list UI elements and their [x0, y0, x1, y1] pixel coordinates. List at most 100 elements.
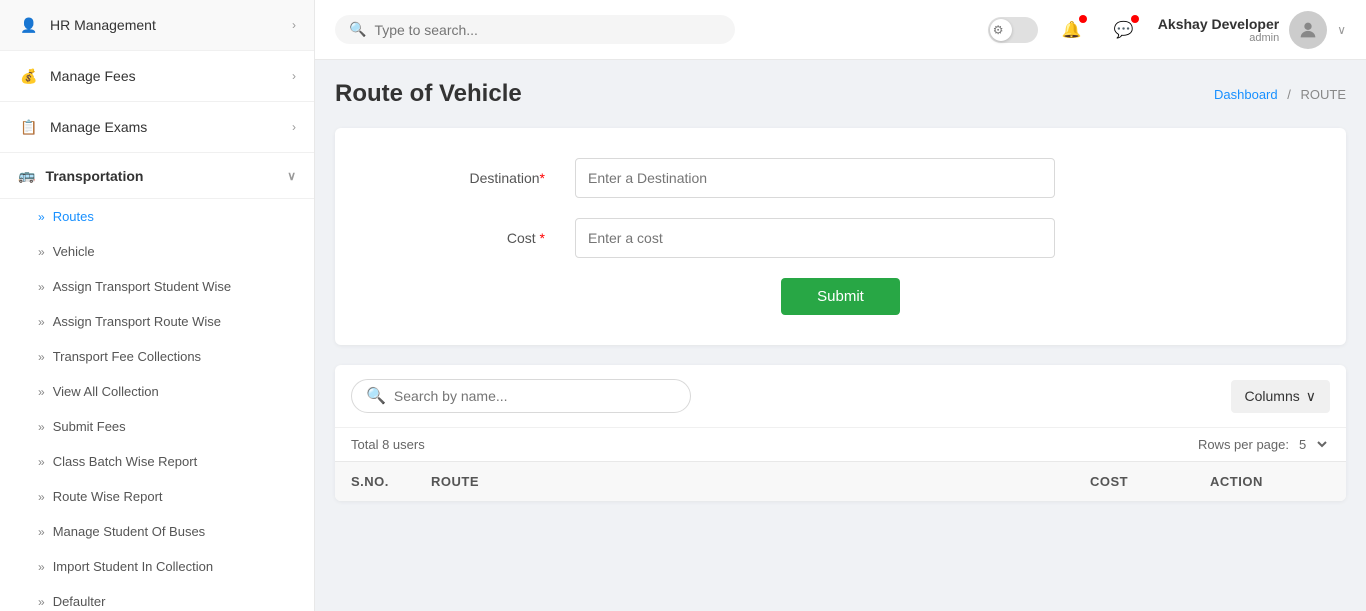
double-chevron-icon: » — [38, 210, 45, 224]
sidebar-item-routes[interactable]: » Routes — [0, 199, 314, 234]
double-chevron-icon: » — [38, 315, 45, 329]
sub-item-label: Manage Student Of Buses — [53, 524, 205, 539]
search-input[interactable] — [374, 22, 721, 38]
rows-per-page-label: Rows per page: — [1198, 437, 1289, 452]
double-chevron-icon: » — [38, 385, 45, 399]
col-route: ROUTE — [431, 474, 1090, 489]
table-search-input[interactable] — [394, 388, 676, 404]
sidebar-item-label: HR Management — [50, 17, 156, 33]
transport-icon: 🚌 — [18, 167, 35, 184]
chevron-down-icon[interactable]: ∨ — [1337, 23, 1346, 37]
col-action: ACTION — [1210, 474, 1330, 489]
sidebar-item-view-all-collection[interactable]: » View All Collection — [0, 374, 314, 409]
dark-mode-toggle[interactable]: ⚙ — [988, 17, 1038, 43]
columns-button[interactable]: Columns ∨ — [1231, 380, 1331, 413]
sidebar-item-assign-transport-student[interactable]: » Assign Transport Student Wise — [0, 269, 314, 304]
user-name: Akshay Developer — [1158, 16, 1279, 32]
col-sno: S.NO. — [351, 474, 431, 489]
sidebar-item-manage-fees[interactable]: 💰 Manage Fees › — [0, 51, 314, 102]
cost-input[interactable] — [575, 218, 1055, 258]
page-header: Route of Vehicle Dashboard / ROUTE — [335, 80, 1346, 108]
routes-table-section: 🔍 Columns ∨ Total 8 users Rows per page:… — [335, 365, 1346, 501]
exams-icon: 📋 — [18, 116, 40, 138]
table-header: S.NO. ROUTE COST ACTION — [335, 461, 1346, 501]
sidebar-item-manage-student-of-buses[interactable]: » Manage Student Of Buses — [0, 514, 314, 549]
sidebar-item-vehicle[interactable]: » Vehicle — [0, 234, 314, 269]
sidebar-item-import-student-in-collection[interactable]: » Import Student In Collection — [0, 549, 314, 584]
sidebar-item-route-wise-report[interactable]: » Route Wise Report — [0, 479, 314, 514]
total-users-label: Total 8 users — [351, 437, 425, 452]
sub-item-label: View All Collection — [53, 384, 159, 399]
sidebar-item-defaulter[interactable]: » Defaulter — [0, 584, 314, 611]
col-cost: COST — [1090, 474, 1210, 489]
sidebar-item-transportation[interactable]: 🚌 Transportation ∨ — [0, 153, 314, 199]
table-toolbar: 🔍 Columns ∨ — [335, 365, 1346, 427]
user-info[interactable]: Akshay Developer admin ∨ — [1158, 11, 1346, 49]
breadcrumb-current: ROUTE — [1301, 87, 1347, 102]
table-info: Total 8 users Rows per page: 5 10 25 — [335, 427, 1346, 461]
transportation-submenu: » Routes » Vehicle » Assign Transport St… — [0, 199, 314, 611]
double-chevron-icon: » — [38, 490, 45, 504]
breadcrumb-home-link[interactable]: Dashboard — [1214, 87, 1278, 102]
required-star: * — [540, 170, 545, 186]
rows-per-page-select[interactable]: 5 10 25 — [1295, 436, 1330, 453]
search-wrap[interactable]: 🔍 — [335, 15, 735, 44]
chevron-right-icon: › — [292, 120, 296, 134]
double-chevron-icon: » — [38, 595, 45, 609]
submit-button[interactable]: Submit — [781, 278, 900, 315]
main-content: 🔍 ⚙ 🔔 💬 Akshay Developer admin — [315, 0, 1366, 611]
sidebar-item-label: Transportation — [45, 168, 143, 184]
sub-item-label: Class Batch Wise Report — [53, 454, 198, 469]
rows-per-page: Rows per page: 5 10 25 — [1198, 436, 1330, 453]
sidebar-item-transport-fee-collections[interactable]: » Transport Fee Collections — [0, 339, 314, 374]
cost-row: Cost * — [375, 218, 1306, 258]
chevron-down-icon: ∨ — [287, 169, 296, 183]
sub-item-label: Route Wise Report — [53, 489, 163, 504]
sub-item-label: Routes — [53, 209, 94, 224]
bell-icon: 🔔 — [1062, 20, 1082, 40]
required-star: * — [536, 230, 545, 246]
messages-button[interactable]: 💬 — [1106, 12, 1142, 48]
sidebar-item-hr-management[interactable]: 👤 HR Management › — [0, 0, 314, 51]
gear-icon: ⚙ — [993, 23, 1004, 37]
double-chevron-icon: » — [38, 245, 45, 259]
cost-label: Cost * — [375, 230, 575, 246]
table-search-wrap[interactable]: 🔍 — [351, 379, 691, 413]
sidebar-item-assign-transport-route[interactable]: » Assign Transport Route Wise — [0, 304, 314, 339]
header: 🔍 ⚙ 🔔 💬 Akshay Developer admin — [315, 0, 1366, 60]
notification-badge — [1079, 15, 1087, 23]
columns-label: Columns — [1245, 388, 1300, 404]
sub-item-label: Import Student In Collection — [53, 559, 213, 574]
page-content: Route of Vehicle Dashboard / ROUTE Desti… — [315, 60, 1366, 611]
user-text: Akshay Developer admin — [1158, 16, 1279, 44]
double-chevron-icon: » — [38, 280, 45, 294]
fees-icon: 💰 — [18, 65, 40, 87]
sub-item-label: Assign Transport Student Wise — [53, 279, 231, 294]
sidebar-item-manage-exams[interactable]: 📋 Manage Exams › — [0, 102, 314, 153]
sub-item-label: Assign Transport Route Wise — [53, 314, 221, 329]
page-title: Route of Vehicle — [335, 80, 522, 108]
hr-icon: 👤 — [18, 14, 40, 36]
search-icon: 🔍 — [349, 21, 366, 38]
avatar — [1289, 11, 1327, 49]
sub-item-label: Defaulter — [53, 594, 106, 609]
submit-row: Submit — [375, 278, 1306, 315]
chevron-down-icon: ∨ — [1306, 388, 1316, 405]
double-chevron-icon: » — [38, 455, 45, 469]
double-chevron-icon: » — [38, 350, 45, 364]
destination-label: Destination* — [375, 170, 575, 186]
destination-input[interactable] — [575, 158, 1055, 198]
message-badge — [1131, 15, 1139, 23]
sidebar: 👤 HR Management › 💰 Manage Fees › 📋 Mana… — [0, 0, 315, 611]
sidebar-item-label: Manage Exams — [50, 119, 147, 135]
sidebar-item-class-batch-wise-report[interactable]: » Class Batch Wise Report — [0, 444, 314, 479]
notifications-button[interactable]: 🔔 — [1054, 12, 1090, 48]
chat-icon: 💬 — [1114, 20, 1134, 40]
destination-row: Destination* — [375, 158, 1306, 198]
sub-item-label: Submit Fees — [53, 419, 126, 434]
breadcrumb-separator: / — [1287, 87, 1291, 102]
route-form-card: Destination* Cost * Submit — [335, 128, 1346, 345]
double-chevron-icon: » — [38, 420, 45, 434]
sidebar-item-submit-fees[interactable]: » Submit Fees — [0, 409, 314, 444]
chevron-right-icon: › — [292, 18, 296, 32]
